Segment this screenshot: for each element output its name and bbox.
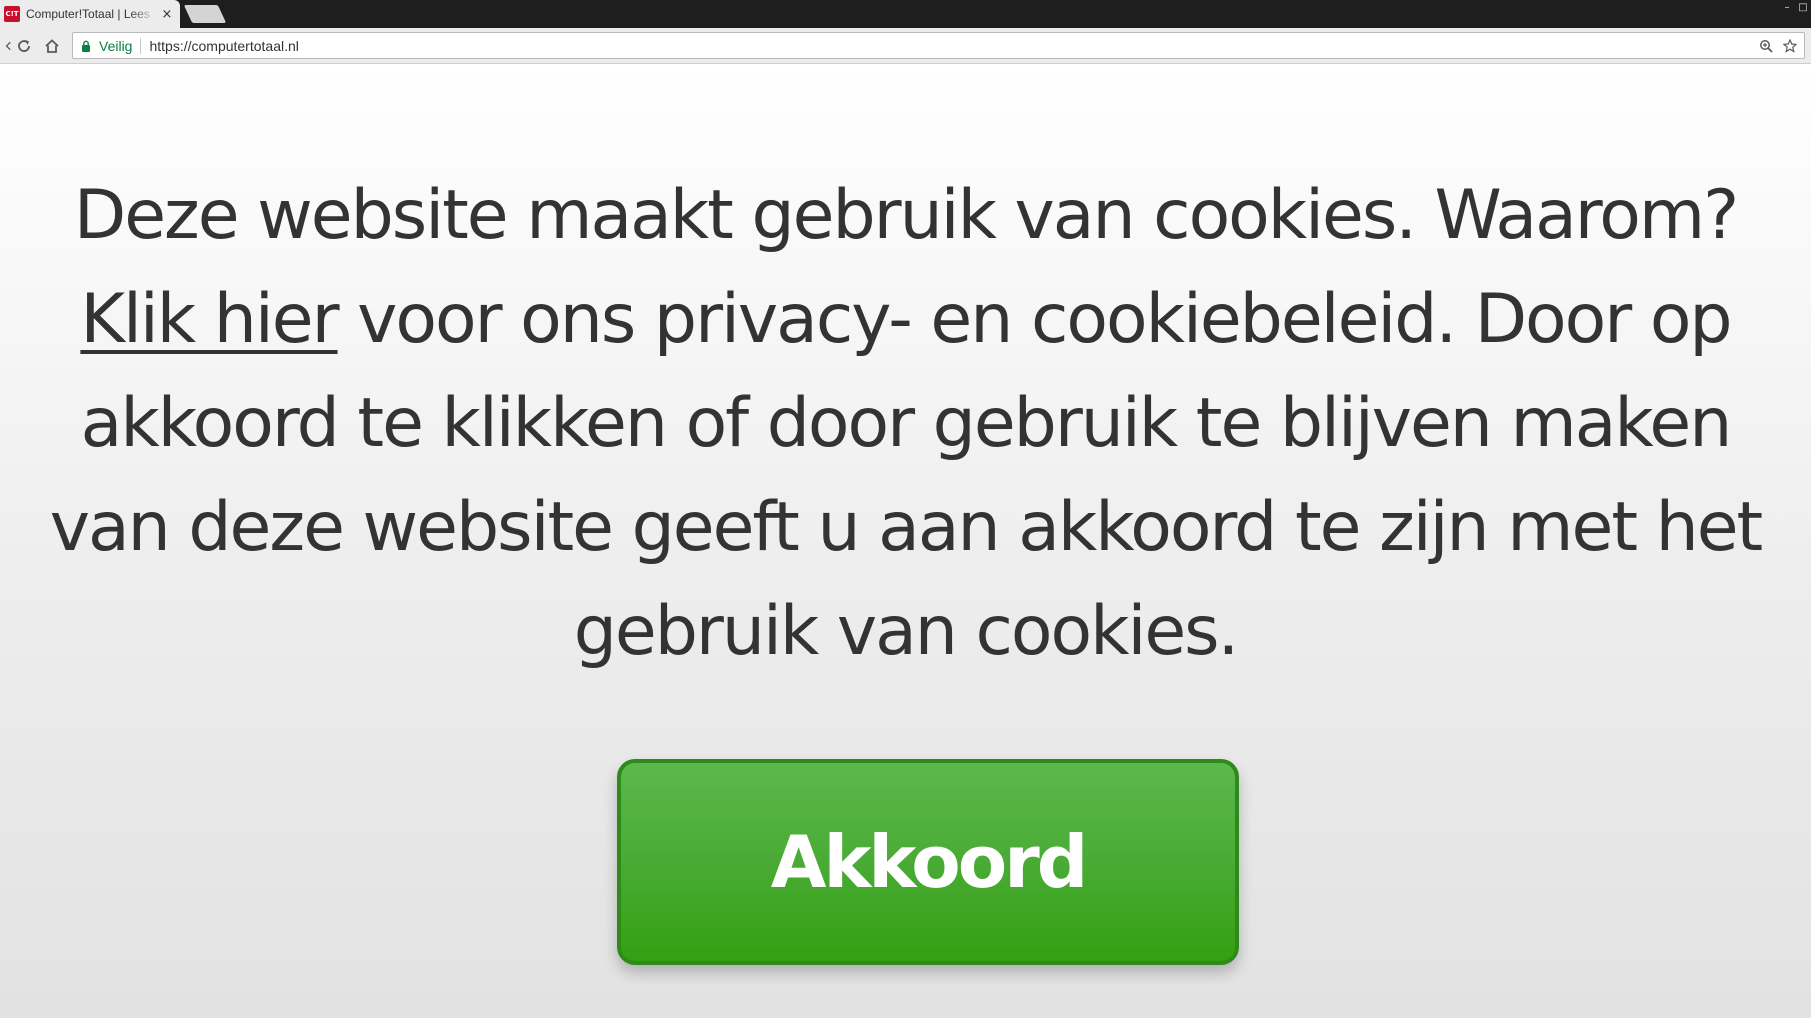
secure-label: Veilig <box>99 37 133 54</box>
maximize-button[interactable]: □ <box>1795 0 1811 14</box>
browser-toolbar: Veilig https://computertotaal.nl <box>0 28 1811 64</box>
browser-tab-strip: C!T Computer!Totaal | Lees alles over × … <box>0 0 1811 28</box>
accept-cookies-button[interactable]: Akkoord <box>617 759 1239 965</box>
browser-tab[interactable]: C!T Computer!Totaal | Lees alles over × <box>0 0 180 28</box>
back-arrow-icon[interactable] <box>4 36 14 56</box>
zoom-icon[interactable] <box>1756 36 1776 56</box>
home-icon[interactable] <box>42 36 62 56</box>
reload-icon[interactable] <box>14 36 34 56</box>
minimize-button[interactable]: – <box>1779 0 1795 14</box>
star-icon[interactable] <box>1780 36 1800 56</box>
cookie-notice-text: Deze website maakt gebruik van cookies. … <box>20 164 1791 684</box>
cookie-consent-page: Deze website maakt gebruik van cookies. … <box>0 64 1811 1018</box>
tab-title: Computer!Totaal | Lees alles over <box>26 7 156 21</box>
address-separator <box>140 37 142 54</box>
tab-close-icon[interactable]: × <box>160 7 174 22</box>
new-tab-button[interactable] <box>183 5 227 23</box>
notice-text-intro: Deze website maakt gebruik van cookies. … <box>73 176 1739 255</box>
lock-icon <box>81 40 91 52</box>
window-controls: – □ <box>1779 0 1811 16</box>
site-favicon-icon: C!T <box>4 6 20 22</box>
privacy-policy-link[interactable]: Klik hier <box>80 280 339 359</box>
url-text[interactable]: https://computertotaal.nl <box>149 38 1756 54</box>
address-bar[interactable]: Veilig https://computertotaal.nl <box>72 32 1805 59</box>
